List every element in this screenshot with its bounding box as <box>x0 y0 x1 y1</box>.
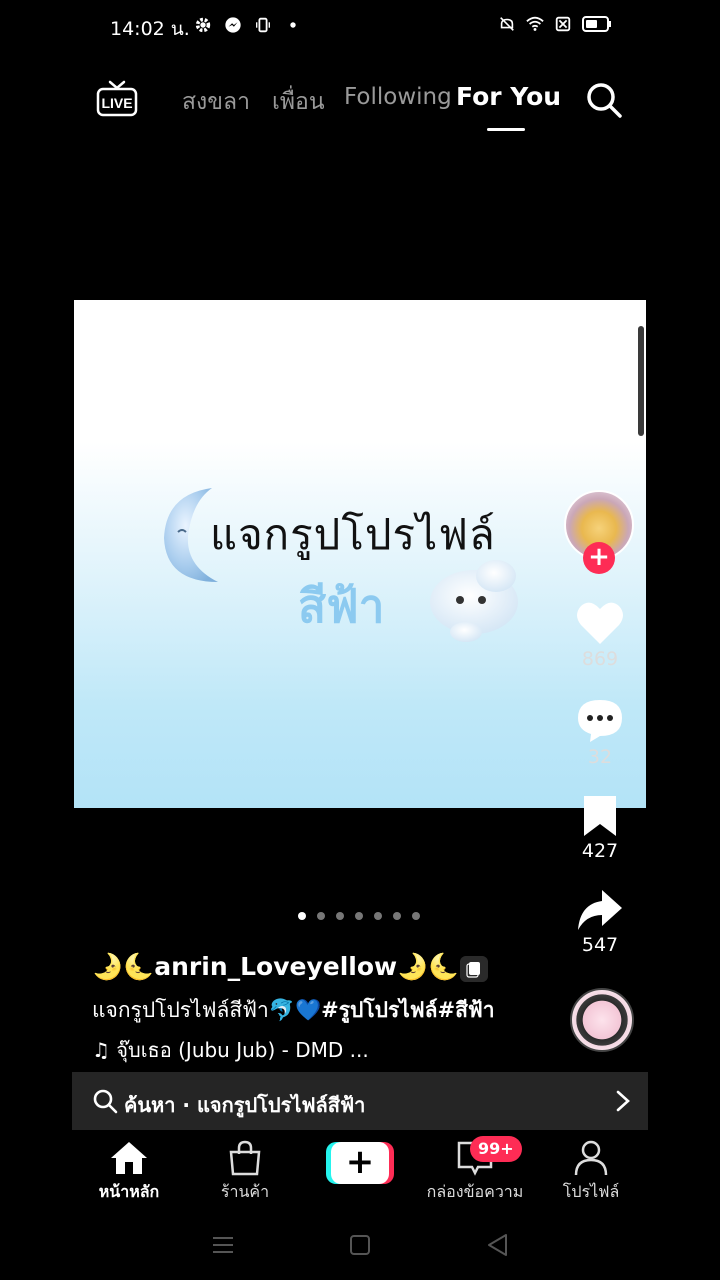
caption-text: แจกรูปโปรไฟล์สีฟ้า🐬💙 <box>92 998 322 1022</box>
share-count: 547 <box>581 934 619 956</box>
chevron-right-icon <box>616 1090 630 1112</box>
image-title-line2: สีฟ้า <box>298 579 385 633</box>
comment-button[interactable]: 32 <box>560 698 640 768</box>
like-count: 869 <box>581 648 619 670</box>
shopping-bag-icon <box>229 1140 261 1176</box>
more-notifications-dot-icon <box>290 22 296 28</box>
post-caption[interactable]: แจกรูปโปรไฟล์สีฟ้า🐬💙#รูปโปรไฟล์#สีฟ้า <box>92 994 495 1027</box>
live-label: LIVE <box>101 95 132 111</box>
share-button[interactable]: 547 <box>560 888 640 956</box>
carousel-dot[interactable] <box>393 912 401 920</box>
save-button[interactable]: 427 <box>560 794 640 862</box>
back-triangle-icon[interactable] <box>485 1232 511 1258</box>
vibrate-icon <box>256 17 270 33</box>
status-bar: 14:02 น. <box>0 0 720 52</box>
follow-button[interactable]: + <box>583 542 615 574</box>
author-username[interactable]: 🌛🌜anrin_Loveyellow🌛🌜 <box>92 952 459 982</box>
search-suggestion-bar[interactable]: ค้นหา · แจกรูปโปรไฟล์สีฟ้า <box>72 1072 648 1130</box>
heart-icon <box>577 602 623 644</box>
carousel-dot[interactable] <box>298 912 306 920</box>
no-sim-icon <box>555 16 571 32</box>
carousel-dot[interactable] <box>412 912 420 920</box>
menu-icon[interactable] <box>210 1232 236 1258</box>
nav-shop[interactable]: ร้านค้า <box>180 1140 310 1205</box>
active-tab-indicator <box>487 128 525 131</box>
plus-icon: + <box>331 1142 389 1184</box>
status-time: 14:02 น. <box>110 18 190 40</box>
tab-following[interactable]: Following <box>344 84 452 110</box>
tab-songkhla[interactable]: สงขลา <box>182 84 250 120</box>
create-button[interactable]: + <box>326 1142 394 1184</box>
search-icon[interactable] <box>584 80 624 120</box>
nav-profile[interactable]: โปรไฟล์ <box>526 1140 656 1205</box>
home-square-icon[interactable] <box>347 1232 373 1258</box>
tab-friends[interactable]: เพื่อน <box>272 84 325 120</box>
top-nav: LIVE สงขลา เพื่อน Following For You <box>0 70 720 140</box>
carousel-indicator[interactable] <box>298 912 420 920</box>
search-small-icon <box>93 1089 118 1114</box>
live-icon[interactable]: LIVE <box>96 80 138 118</box>
tab-for-you[interactable]: For You <box>456 82 561 111</box>
save-count: 427 <box>581 840 619 862</box>
caption-hashtags[interactable]: #รูปโปรไฟล์#สีฟ้า <box>321 998 494 1022</box>
carousel-dot[interactable] <box>336 912 344 920</box>
nav-home-label: หน้าหลัก <box>98 1182 160 1201</box>
music-disc[interactable] <box>570 988 634 1052</box>
nav-inbox-label: กล่องข้อความ <box>426 1182 524 1201</box>
nav-shop-label: ร้านค้า <box>220 1182 270 1201</box>
like-button[interactable]: 869 <box>560 600 640 670</box>
cloud-character-icon <box>430 560 518 642</box>
comment-count: 32 <box>587 746 613 768</box>
inbox-badge: 99+ <box>470 1136 522 1162</box>
nav-profile-label: โปรไฟล์ <box>562 1182 620 1201</box>
carousel-dot[interactable] <box>317 912 325 920</box>
bottom-nav: หน้าหลัก ร้านค้า + กล่องข้อความ 99+ โปรไ… <box>0 1130 720 1210</box>
carousel-dot[interactable] <box>355 912 363 920</box>
system-nav-bar <box>0 1216 720 1280</box>
settings-icon <box>195 17 211 33</box>
battery-icon <box>582 16 611 32</box>
messenger-icon <box>225 17 241 33</box>
copy-icon[interactable] <box>460 956 488 982</box>
image-scroll-indicator <box>638 326 644 436</box>
home-icon <box>111 1142 147 1174</box>
nav-home[interactable]: หน้าหลัก <box>64 1140 194 1205</box>
status-notification-icons <box>194 16 302 34</box>
wifi-icon <box>526 16 544 31</box>
comment-icon <box>578 700 622 742</box>
status-system-icons <box>498 15 612 33</box>
search-suggestion-text: ค้นหา · แจกรูปโปรไฟล์สีฟ้า <box>124 1093 366 1117</box>
bookmark-icon <box>584 796 616 836</box>
mute-icon <box>500 17 514 31</box>
carousel-dot[interactable] <box>374 912 382 920</box>
profile-icon <box>574 1140 608 1176</box>
music-title[interactable]: ♫ จุ๊บเธอ (Jubu Jub) - DMD ... <box>92 1034 369 1066</box>
share-arrow-icon <box>578 890 622 930</box>
